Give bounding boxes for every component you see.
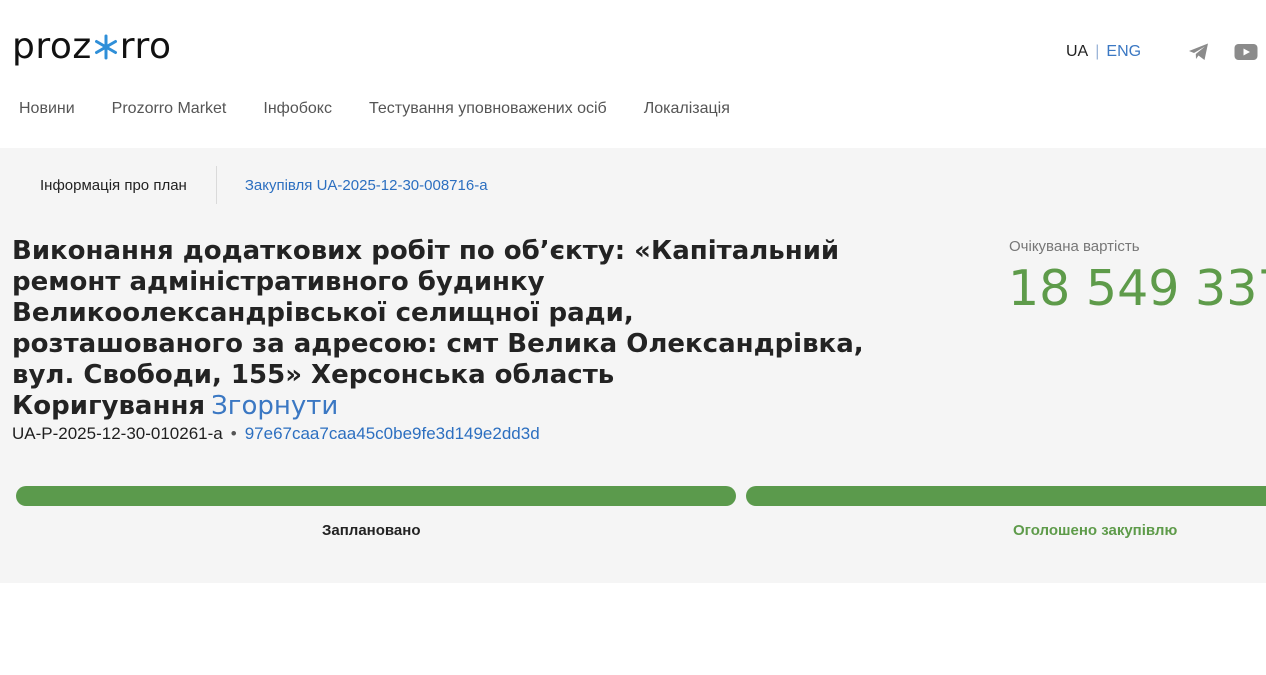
telegram-icon[interactable] — [1188, 42, 1210, 62]
stage-bar-announced — [746, 486, 1266, 506]
snowflake-icon — [94, 34, 117, 60]
logo-text-right: rro — [119, 25, 172, 67]
tab-tender-link[interactable]: Закупівля UA-2025-12-30-008716-a — [217, 166, 488, 204]
plan-title-text: Виконання додаткових робіт по об’єкту: «… — [12, 236, 864, 421]
plan-identifiers: UA-P-2025-12-30-010261-a • 97e67caa7caa4… — [12, 424, 540, 444]
plan-id: UA-P-2025-12-30-010261-a — [12, 424, 223, 443]
nav-item-testing[interactable]: Тестування уповноважених осіб — [369, 100, 607, 118]
main-nav: Новини Prozorro Market Інфобокс Тестуван… — [19, 100, 767, 118]
prozorro-logo[interactable]: proz rro — [12, 24, 172, 68]
logo-text-left: proz — [12, 25, 92, 67]
id-separator: • — [230, 424, 237, 443]
youtube-icon[interactable] — [1234, 42, 1258, 62]
language-switcher: UA | ENG — [1066, 43, 1141, 61]
plan-tabs: Інформація про план Закупівля UA-2025-12… — [0, 166, 488, 204]
tab-plan-info[interactable]: Інформація про план — [0, 166, 217, 204]
expected-value-label: Очікувана вартість — [1009, 238, 1140, 255]
stage-label-announced: Оголошено закупівлю — [1013, 522, 1178, 539]
plan-hash-link[interactable]: 97e67caa7caa45c0be9fe3d149e2dd3d — [245, 424, 540, 444]
expected-value-amount: 18 549 337 — [1008, 260, 1266, 317]
nav-item-localization[interactable]: Локалізація — [644, 100, 730, 118]
nav-item-news[interactable]: Новини — [19, 100, 75, 118]
stage-bar-planned — [16, 486, 736, 506]
lang-separator: | — [1095, 43, 1100, 60]
lang-ua[interactable]: UA — [1066, 43, 1088, 61]
plan-title: Виконання додаткових робіт по об’єкту: «… — [12, 236, 872, 422]
plan-panel: Інформація про план Закупівля UA-2025-12… — [0, 148, 1266, 583]
stage-label-planned: Заплановано — [322, 522, 421, 539]
nav-item-prozorro-market[interactable]: Prozorro Market — [112, 100, 227, 118]
nav-item-infobox[interactable]: Інфобокс — [263, 100, 332, 118]
collapse-link[interactable]: Згорнути — [211, 391, 338, 421]
lang-eng[interactable]: ENG — [1106, 43, 1141, 61]
